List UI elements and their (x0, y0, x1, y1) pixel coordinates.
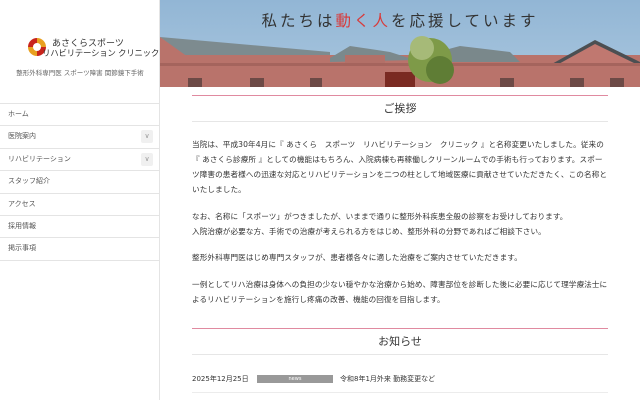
nav-item-notices[interactable]: 掲示事項 (0, 238, 159, 261)
greeting-paragraph: 入院治療が必要な方、手術での治療が考えられる方をはじめ、整形外科の分野であればご… (192, 227, 546, 236)
nav-item-staff[interactable]: スタッフ紹介 (0, 171, 159, 194)
chevron-down-icon[interactable]: ∨ (141, 130, 153, 144)
hero-banner: 私たちは動く人を応援しています (160, 0, 640, 87)
sidebar-nav: ホーム 医院案内 ∨ リハビリテーション ∨ スタッフ紹介 アクセス 採用情報 掲示… (0, 103, 159, 261)
nav-item-about[interactable]: 医院案内 ∨ (0, 126, 159, 149)
clinic-tagline: 整形外科専門医 スポーツ障害 関節鏡下手術 (16, 69, 144, 77)
clinic-logo[interactable]: あさくらスポーツ リハビリテーション クリニック (26, 36, 160, 60)
news-title-link[interactable]: 令和8年1月外来 勤務変更など (340, 374, 435, 384)
greeting-paragraph: 整形外科専門医はじめ専門スタッフが、患者様各々に適した治療をご案内させていただき… (192, 253, 522, 262)
nav-label: 採用情報 (8, 221, 36, 230)
nav-item-recruit[interactable]: 採用情報 (0, 216, 159, 239)
nav-label: 医院案内 (8, 132, 36, 141)
greeting-heading: ご挨拶 (192, 95, 608, 122)
hero-slogan: 私たちは動く人を応援しています (160, 9, 640, 31)
news-item[interactable]: 2025年12月25日 news 令和8年1月外来 勤務変更など (192, 355, 608, 393)
nav-label: スタッフ紹介 (8, 177, 50, 186)
nav-label: リハビリテーション (8, 154, 71, 163)
logo-name-line2: リハビリテーション クリニック (42, 49, 160, 59)
greeting-paragraph: 一例としてリハ治療は身体への負担の少ない穏やかな治療から始め、障害部位を診断した… (192, 280, 608, 304)
greeting-paragraph: なお、名称に「スポーツ」がつきましたが、いままで通りに整形外科疾患全般の診察をお… (192, 212, 568, 221)
slogan-part: を応援しています (390, 12, 539, 30)
sidebar: あさくらスポーツ リハビリテーション クリニック 整形外科専門医 スポーツ障害 … (0, 0, 160, 400)
chevron-down-icon[interactable]: ∨ (141, 152, 153, 166)
slogan-part: 私たちは (261, 12, 336, 30)
news-category-badge: news (257, 375, 333, 383)
slogan-accent: 動く人 (335, 12, 391, 30)
nav-item-rehabilitation[interactable]: リハビリテーション ∨ (0, 149, 159, 172)
greeting-paragraph: 当院は、平成30年4月に『 あさくら スポーツ リハビリテーション クリニック … (192, 140, 608, 194)
news-heading: お知らせ (192, 328, 608, 355)
nav-label: アクセス (8, 199, 36, 208)
nav-item-access[interactable]: アクセス (0, 194, 159, 216)
nav-label: 掲示事項 (8, 244, 36, 253)
news-date: 2025年12月25日 (192, 375, 249, 383)
main-content: ご挨拶 当院は、平成30年4月に『 あさくら スポーツ リハビリテーション クリ… (192, 87, 608, 393)
nav-label: ホーム (8, 110, 29, 118)
nav-item-home[interactable]: ホーム (0, 104, 159, 127)
